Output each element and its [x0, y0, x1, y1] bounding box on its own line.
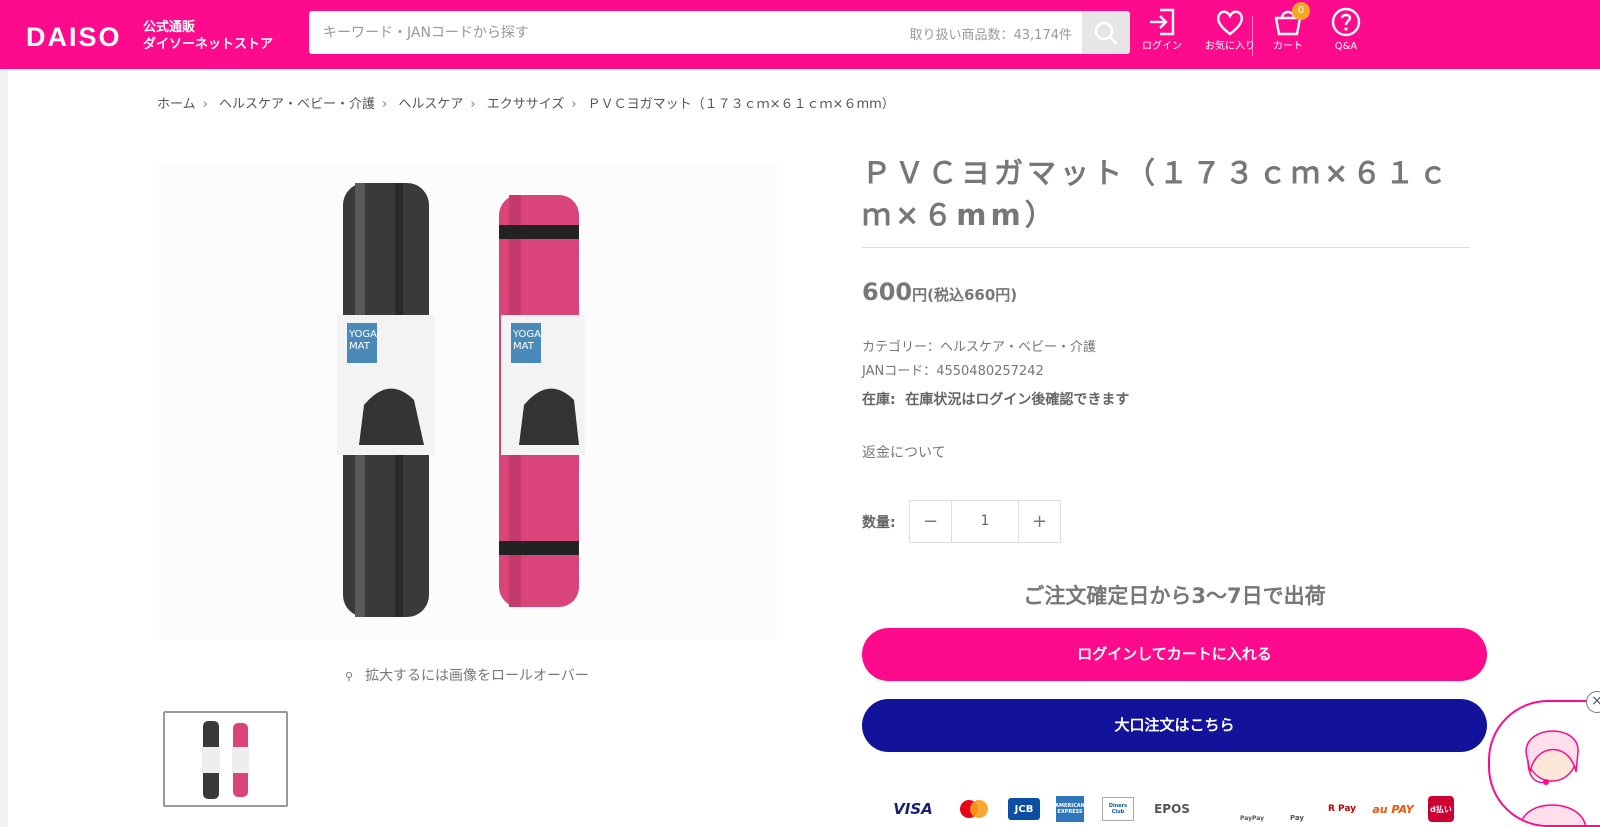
cart-link[interactable]: 0 カート: [1262, 2, 1314, 62]
price-with-tax: (税込660円): [927, 286, 1018, 304]
bulk-order-button[interactable]: 大口注文はこちら: [862, 699, 1487, 752]
au-pay-logo: au PAY: [1372, 802, 1414, 816]
header-divider: [1252, 16, 1253, 56]
paypay-label: PayPay: [1239, 815, 1265, 822]
breadcrumb-home[interactable]: ホーム: [157, 97, 196, 112]
login-link[interactable]: ログイン: [1136, 6, 1188, 62]
product-jan-code: JANコード：4550480257242: [862, 364, 1044, 379]
d-barai-logo: d払い: [1428, 796, 1454, 822]
product-title: ＰＶＣヨガマット（１７３ｃｍ×６１ｃｍ×６mm）: [862, 156, 1452, 232]
diners-logo: Diners Club: [1102, 797, 1134, 821]
amex-logo: AMERICAN EXPRESS: [1055, 796, 1085, 822]
search-box: 取り扱い商品数：43,174件: [309, 11, 1082, 54]
price-value: 600: [862, 278, 913, 306]
merpay-label: Pay: [1289, 814, 1304, 822]
mastercard-logo: [956, 798, 992, 820]
cart-count-badge: 0: [1292, 2, 1310, 20]
breadcrumb-healthcare-baby[interactable]: ヘルスケア・ベビー・介護: [219, 97, 375, 112]
product-main-image[interactable]: YOGA MAT YOGA MAT: [159, 165, 783, 640]
package-text-mat: MAT: [349, 341, 371, 352]
package-text-yoga: YOGA: [348, 329, 377, 340]
login-add-to-cart-button[interactable]: ログインしてカートに入れる: [862, 628, 1487, 681]
favorites-link[interactable]: お気に入り: [1204, 6, 1256, 62]
rakuten-pay-logo: R Pay: [1327, 804, 1357, 814]
quantity-input[interactable]: 1: [951, 501, 1019, 542]
breadcrumb-healthcare[interactable]: ヘルスケア: [398, 97, 463, 112]
site-header: DAISO 公式通販 ダイソーネットストア 取り扱い商品数：43,174件 ログ…: [0, 0, 1600, 69]
jcb-logo: JCB: [1008, 798, 1040, 820]
stock-text: 在庫状況はログイン後確認できます: [905, 392, 1130, 408]
product-count: 取り扱い商品数：43,174件: [909, 28, 1073, 43]
logo-sub-line-1: 公式通販: [143, 20, 196, 35]
title-divider: [862, 247, 1470, 248]
payment-methods: VISA JCB AMERICAN EXPRESS Diners Club EP…: [890, 794, 1460, 827]
login-label: ログイン: [1142, 41, 1182, 52]
breadcrumb: ホーム › ヘルスケア・ベビー・介護 › ヘルスケア › エクササイズ › ＰＶＣヨガマ…: [157, 93, 895, 112]
chevron-right-icon: ›: [571, 97, 577, 112]
quantity-increase-button[interactable]: +: [1019, 501, 1060, 542]
quantity-label: 数量:: [862, 515, 896, 531]
question-icon: [1331, 7, 1361, 37]
logo-sub-line-2: ダイソーネットストア: [143, 37, 274, 52]
merpay-logo: Pay: [1284, 794, 1310, 822]
chevron-right-icon: ›: [470, 97, 476, 112]
thumbnail-1[interactable]: [163, 711, 288, 807]
paypay-logo: PayPay: [1236, 794, 1268, 822]
breadcrumb-exercise[interactable]: エクササイズ: [487, 97, 565, 112]
quantity-decrease-button[interactable]: −: [910, 501, 951, 542]
support-agent-icon: [1519, 730, 1586, 825]
search-icon: [1094, 21, 1118, 44]
cart-label: カート: [1273, 41, 1303, 52]
refund-link[interactable]: 返金について: [862, 442, 946, 462]
breadcrumb-current: ＰＶＣヨガマット（１７３ｃｍ×６１ｃｍ×６mm）: [587, 97, 895, 112]
chevron-right-icon: ›: [202, 97, 208, 112]
heart-icon: [1216, 10, 1244, 36]
price: 600円(税込660円): [862, 278, 1017, 306]
shipping-notice: ご注文確定日から3〜7日で出荷: [1023, 584, 1326, 608]
package-text-mat-2: MAT: [513, 341, 535, 352]
stock-status: 在庫: 在庫状況はログイン後確認できます: [862, 389, 1129, 409]
quantity-stepper: − 1 +: [909, 500, 1061, 543]
price-unit: 円: [912, 286, 928, 304]
login-icon: [1150, 8, 1175, 36]
zoom-hint-text: 拡大するには画像をロールオーバー: [365, 668, 589, 684]
favorites-label: お気に入り: [1205, 41, 1255, 52]
left-scroll-gutter: [0, 69, 8, 827]
search-button[interactable]: [1082, 11, 1130, 54]
search-input[interactable]: [309, 11, 889, 54]
product-category: カテゴリー：ヘルスケア・ベビー・介護: [862, 340, 1097, 355]
chat-support-widget[interactable]: [1488, 700, 1600, 827]
logo-subtitle[interactable]: 公式通販 ダイソーネットストア: [143, 19, 273, 53]
daiso-logo[interactable]: DAISO: [26, 20, 122, 54]
visa-logo: VISA: [893, 800, 933, 818]
qa-label: Q&A: [1334, 41, 1358, 52]
yoga-mat-photo: YOGA MAT YOGA MAT: [337, 183, 585, 617]
stock-label: 在庫:: [862, 392, 896, 408]
magnifier-icon: ⚲: [345, 670, 354, 683]
package-text-yoga-2: YOGA: [512, 329, 541, 340]
thumbnail-image: [202, 721, 249, 799]
qa-link[interactable]: Q&A: [1320, 6, 1372, 62]
epos-logo: EPOS: [1154, 802, 1190, 816]
chevron-right-icon: ›: [381, 97, 388, 112]
zoom-hint: ⚲ 拡大するには画像をロールオーバー: [345, 665, 589, 685]
